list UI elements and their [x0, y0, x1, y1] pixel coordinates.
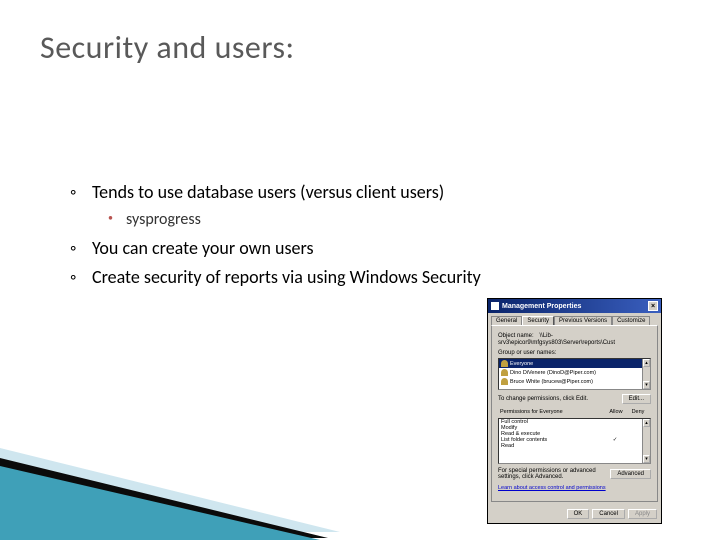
bullet-item: Tends to use database users (versus clie… [70, 180, 680, 205]
content-area: Tends to use database users (versus clie… [70, 180, 680, 294]
tab-customize[interactable]: Customize [612, 316, 650, 325]
list-item-label: Dino DiVenere (DinoD@Piper.com) [510, 370, 596, 376]
table-row: Read [499, 443, 650, 449]
dialog-icon [491, 302, 499, 310]
groups-list[interactable]: Everyone Dino DiVenere (DinoD@Piper.com)… [498, 358, 651, 390]
close-button[interactable]: × [648, 301, 658, 311]
dialog-title: Management Properties [502, 303, 581, 310]
scrollbar[interactable]: ▴ ▾ [642, 419, 650, 463]
tab-previous-versions[interactable]: Previous Versions [554, 316, 612, 325]
perm-name: Read [501, 443, 604, 449]
slide-title: Security and users: [40, 28, 295, 67]
bullet-item: Create security of reports via using Win… [70, 265, 680, 290]
scroll-down-icon[interactable]: ▾ [643, 381, 650, 389]
scroll-up-icon[interactable]: ▴ [643, 359, 650, 367]
user-icon [501, 369, 508, 376]
decorative-triangle [0, 400, 360, 540]
list-item[interactable]: Bruce White (brucew@Piper.com) [499, 377, 650, 386]
scrollbar[interactable]: ▴ ▾ [642, 359, 650, 389]
bullet-sub-item: sysprogress [108, 209, 680, 231]
edit-button[interactable]: Edit... [622, 394, 651, 404]
list-item-label: Bruce White (brucew@Piper.com) [510, 379, 593, 385]
apply-button[interactable]: Apply [628, 509, 657, 519]
permissions-table: Full control Modify Read & execute List … [498, 418, 651, 464]
user-icon [501, 378, 508, 385]
properties-dialog: Management Properties × General Security… [487, 298, 662, 524]
dialog-footer: OK Cancel Apply [488, 505, 661, 523]
bullet-item: You can create your own users [70, 236, 680, 261]
cancel-button[interactable]: Cancel [592, 509, 625, 519]
list-item[interactable]: Everyone [499, 359, 650, 368]
allow-header: Allow [605, 409, 627, 415]
tab-bar: General Security Previous Versions Custo… [488, 313, 661, 325]
dialog-body: Object name: \\Lib-srv3\epicor9\mfgsys80… [491, 325, 658, 502]
tab-general[interactable]: General [491, 316, 522, 325]
advanced-note: For special permissions or advanced sett… [498, 468, 610, 480]
groups-label: Group or user names: [498, 350, 651, 356]
ok-button[interactable]: OK [567, 509, 590, 519]
learn-link[interactable]: Learn about access control and permissio… [498, 485, 606, 491]
list-item-label: Everyone [510, 361, 533, 367]
user-icon [501, 360, 508, 367]
dialog-titlebar: Management Properties × [488, 299, 661, 313]
permissions-label: Permissions for Everyone [500, 409, 605, 415]
advanced-button[interactable]: Advanced [610, 469, 651, 479]
deny-header: Deny [627, 409, 649, 415]
change-permissions-note: To change permissions, click Edit. [498, 396, 588, 402]
list-item[interactable]: Dino DiVenere (DinoD@Piper.com) [499, 368, 650, 377]
scroll-up-icon[interactable]: ▴ [643, 419, 650, 427]
tab-security[interactable]: Security [522, 316, 554, 325]
scroll-down-icon[interactable]: ▾ [643, 455, 650, 463]
object-name-label: Object name: [498, 333, 534, 339]
